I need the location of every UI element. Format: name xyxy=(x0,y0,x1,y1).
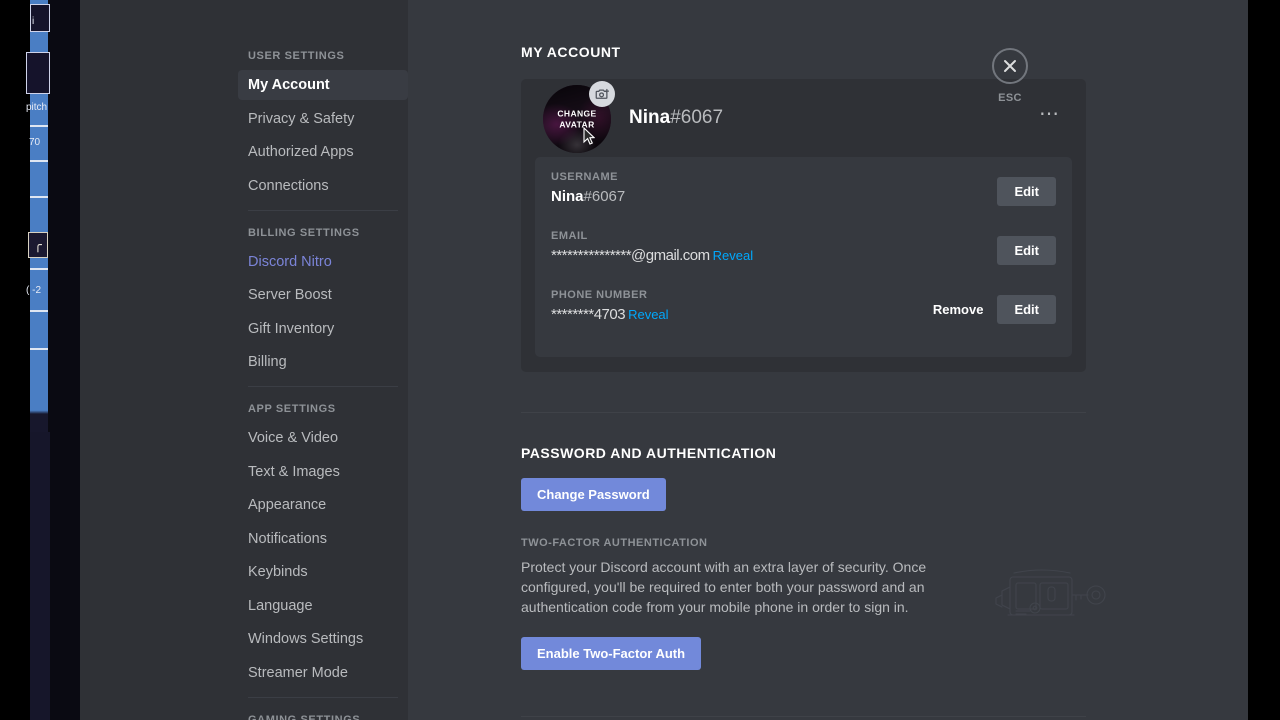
account-field-actions: Edit xyxy=(997,236,1056,265)
two-factor-row: Protect your Discord account with an ext… xyxy=(521,557,1248,617)
sidebar-item-privacy-safety[interactable]: Privacy & Safety xyxy=(238,104,408,134)
background-app-strip: ╭ i pitch 70 ( -2 xyxy=(0,0,80,720)
sidebar-group-heading: USER SETTINGS xyxy=(248,50,345,62)
close-esc-button[interactable]: ESC xyxy=(975,48,1045,104)
sidebar-item-billing[interactable]: Billing xyxy=(238,347,408,377)
vault-with-key-art xyxy=(995,569,1106,616)
two-factor-description: Protect your Discord account with an ext… xyxy=(521,559,927,615)
change-password-button[interactable]: Change Password xyxy=(521,478,666,511)
close-x-icon[interactable] xyxy=(992,48,1028,84)
account-field-value-main: Nina xyxy=(551,188,584,205)
two-factor-label: TWO-FACTOR AUTHENTICATION xyxy=(521,537,708,549)
sidebar-separator xyxy=(248,209,398,211)
edit-button[interactable]: Edit xyxy=(997,177,1056,206)
sidebar-item-authorized-apps[interactable]: Authorized Apps xyxy=(238,137,408,167)
background-text-fragment: pitch xyxy=(26,102,48,113)
sidebar-item-discord-nitro[interactable]: Discord Nitro xyxy=(238,247,408,277)
sidebar-item-appearance[interactable]: Appearance xyxy=(238,490,408,520)
sidebar-group-heading: BILLING SETTINGS xyxy=(248,226,360,239)
background-rule xyxy=(30,196,48,198)
background-text-fragment: ( -2 xyxy=(26,285,41,296)
sidebar-group-heading: APP SETTINGS xyxy=(248,403,336,415)
edit-button[interactable]: Edit xyxy=(997,295,1056,324)
camera-plus-icon[interactable] xyxy=(589,81,615,107)
background-panel-second xyxy=(26,52,50,94)
sidebar-item-language[interactable]: Language xyxy=(238,591,408,621)
mouse-cursor-icon xyxy=(583,127,595,145)
avatar-change-target[interactable]: CHANGE AVATAR xyxy=(543,81,615,153)
ellipsis-icon[interactable]: ⋯ xyxy=(1039,104,1060,124)
account-field-row: USERNAME Nina#6067 Edit xyxy=(551,171,1056,223)
password-section-title: PASSWORD AND AUTHENTICATION xyxy=(521,445,777,461)
account-fields-panel: USERNAME Nina#6067 Edit EMAIL **************… xyxy=(535,157,1072,357)
background-text-fragment: 70 xyxy=(29,137,41,148)
account-field-row: PHONE NUMBER ********4703 Reveal Remove Edit xyxy=(551,289,1056,341)
background-lower-fill xyxy=(30,432,50,720)
sidebar-item-text-images[interactable]: Text & Images xyxy=(238,457,408,487)
user-settings-modal: USER SETTINGS My Account Privacy & Safety A… xyxy=(80,0,1248,720)
account-field-value: ***************@gmail.com Reveal xyxy=(551,247,1056,264)
page-title: MY ACCOUNT xyxy=(521,44,621,60)
account-field-label: USERNAME xyxy=(551,171,618,183)
avatar-change-label: CHANGE AVATAR xyxy=(543,109,611,130)
sidebar-item-voice-video[interactable]: Voice & Video xyxy=(238,423,408,453)
account-field-masked-value: ***************@gmail.com xyxy=(551,247,710,264)
background-figure-glyph: ╭ xyxy=(34,237,42,252)
account-field-value-tag: #6067 xyxy=(583,188,626,205)
sidebar-item-connections[interactable]: Connections xyxy=(238,171,408,201)
sidebar-nav-list: USER SETTINGS My Account Privacy & Safety A… xyxy=(238,0,408,720)
remove-phone-button[interactable]: Remove xyxy=(933,302,984,317)
sidebar-item-notifications[interactable]: Notifications xyxy=(238,524,408,554)
section-divider xyxy=(521,412,1086,413)
bottom-divider xyxy=(521,716,1086,717)
account-field-value: Nina#6067 xyxy=(551,188,1056,205)
account-field-actions: Remove Edit xyxy=(933,295,1056,324)
account-field-row: EMAIL ***************@gmail.com Reveal Edit xyxy=(551,230,1056,282)
sidebar-separator xyxy=(248,696,398,698)
account-discriminator: #6067 xyxy=(670,107,724,128)
edit-button[interactable]: Edit xyxy=(997,236,1056,265)
screen-root: ╭ i pitch 70 ( -2 USER SETTINGS My Accoun… xyxy=(0,0,1280,720)
sidebar-item-server-boost[interactable]: Server Boost xyxy=(238,280,408,310)
sidebar-item-windows-settings[interactable]: Windows Settings xyxy=(238,624,408,654)
settings-content: MY ACCOUNT CHANGE AVATAR Nina#6067 ⋯ USE… xyxy=(408,0,1248,720)
account-username-display: Nina#6067 xyxy=(629,107,723,129)
settings-sidebar: USER SETTINGS My Account Privacy & Safety A… xyxy=(80,0,408,720)
sidebar-item-streamer-mode[interactable]: Streamer Mode xyxy=(238,658,408,688)
account-username: Nina xyxy=(629,107,671,128)
sidebar-separator xyxy=(248,386,398,387)
reveal-link[interactable]: Reveal xyxy=(628,307,668,322)
account-field-masked-value: ********4703 xyxy=(551,306,626,323)
background-rule xyxy=(30,160,48,162)
enable-two-factor-button[interactable]: Enable Two-Factor Auth xyxy=(521,637,702,670)
esc-label: ESC xyxy=(998,92,1022,104)
sidebar-item-keybinds[interactable]: Keybinds xyxy=(238,557,408,587)
account-field-label: EMAIL xyxy=(551,230,588,242)
background-rule xyxy=(30,348,48,350)
password-authentication-section: PASSWORD AND AUTHENTICATION Change Passw… xyxy=(521,445,1248,670)
sidebar-item-my-account[interactable]: My Account xyxy=(238,70,408,100)
background-rule xyxy=(30,268,48,270)
account-field-actions: Edit xyxy=(997,177,1056,206)
account-card: CHANGE AVATAR Nina#6067 ⋯ USERNAME Nina#… xyxy=(521,79,1086,372)
background-rule xyxy=(30,310,48,312)
background-rule xyxy=(30,125,48,127)
sidebar-group-heading: GAMING SETTINGS xyxy=(248,713,361,720)
letterbox-right xyxy=(1248,0,1280,720)
avatar-change-line1: CHANGE xyxy=(557,108,597,119)
sidebar-item-gift-inventory[interactable]: Gift Inventory xyxy=(238,314,408,344)
background-text-fragment: i xyxy=(32,16,35,27)
reveal-link[interactable]: Reveal xyxy=(713,248,753,263)
